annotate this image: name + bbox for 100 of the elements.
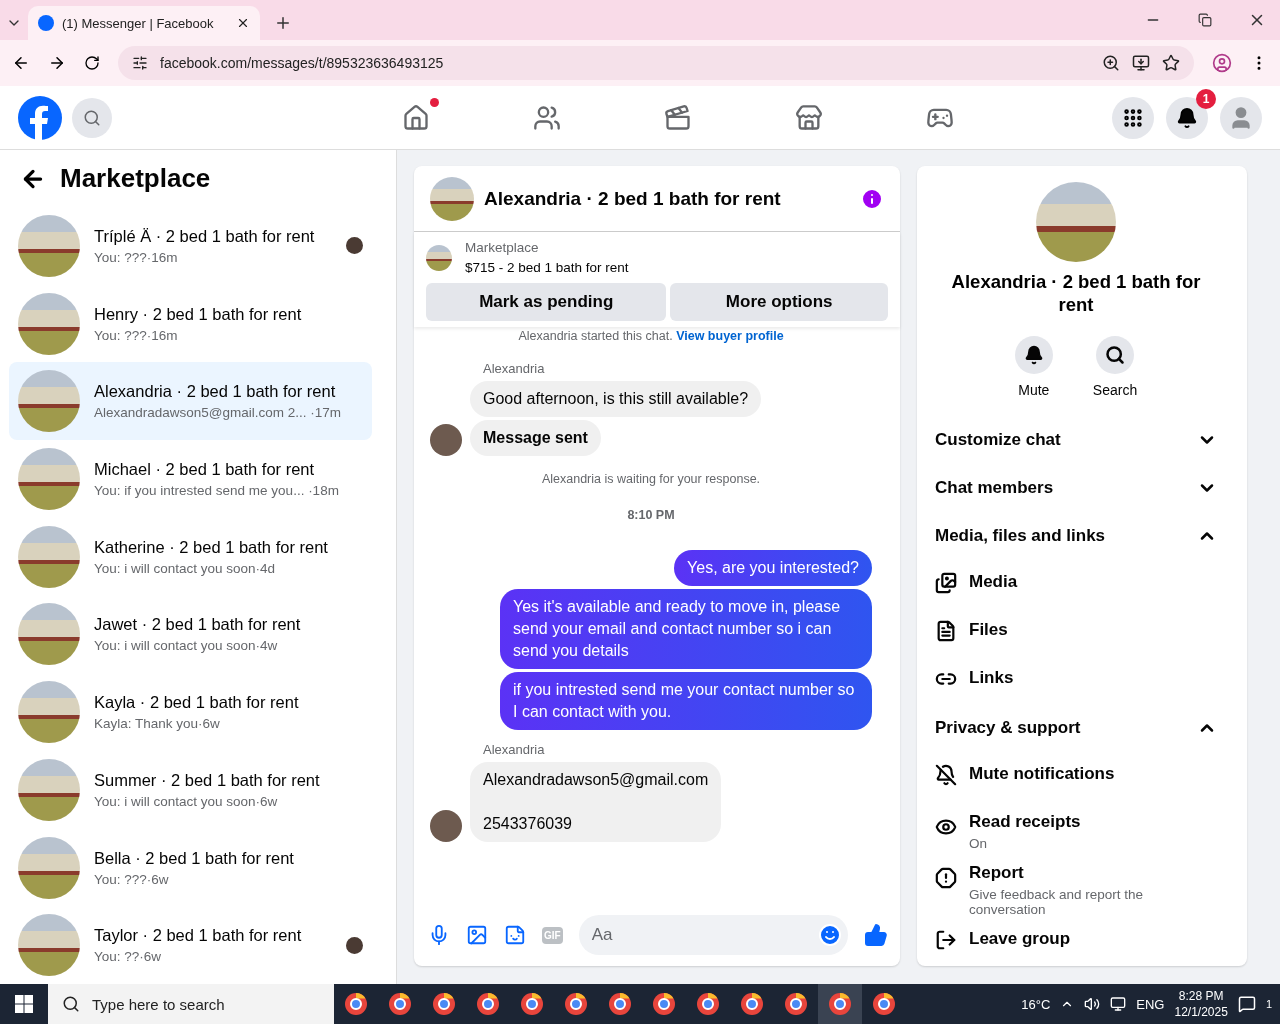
timestamp: 8:10 PM [626,507,676,524]
conversation-name: Summer · 2 bed 1 bath for rent [94,770,321,790]
menu-item[interactable]: Report Give feedback and report the conversation [935,851,1217,917]
forward-icon[interactable] [48,54,66,72]
notification-count: 1 [1265,998,1272,1010]
emoji-icon[interactable] [818,923,842,947]
conversation-item[interactable]: Michael · 2 bed 1 bath for rent You: if you intrested send me you... ·18m [9,440,372,518]
search-icon [1105,345,1125,365]
section-header[interactable]: Media, files and links [935,512,1217,560]
notifications-button[interactable] [1166,96,1208,139]
conversation-item[interactable]: Henry · 2 bed 1 bath for rent You: ???·16m [9,284,372,363]
house-photo [426,244,452,271]
section-header[interactable]: Customize chat [935,416,1217,464]
browser-app-icon[interactable] [818,984,862,1024]
message-preview: You: ???·16m [94,327,179,343]
close-icon[interactable] [236,16,250,30]
weather-temperature[interactable]: 16°C [1021,996,1051,1012]
menu-item[interactable]: Leave group [935,917,1217,965]
network-icon[interactable] [1110,996,1127,1012]
conversation-item[interactable]: Tríplé Ä · 2 bed 1 bath for rent You: ???·16m [9,207,372,285]
home-icon[interactable] [401,103,430,132]
like-icon[interactable] [864,923,888,947]
chat-notice: Alexandria started this chat. View buyer profile [517,328,785,345]
bell-off-icon [935,764,957,786]
message-preview: You: ??·6w [94,949,163,965]
message-preview: You: i will contact you soon·4w [94,638,279,654]
exit-icon [935,929,957,951]
listing-label: Marketplace [465,240,540,255]
notification-center-icon[interactable] [1237,995,1256,1013]
taskbar-search[interactable]: Type here to search [48,984,334,1024]
language-indicator[interactable]: ENG [1136,996,1165,1012]
notification-badge: 1 [1196,88,1216,109]
new-tab-icon[interactable] [274,14,292,32]
status-message: Alexandria is waiting for your response. [540,471,762,486]
bell-icon [1176,106,1198,129]
account-avatar[interactable] [1220,96,1262,139]
conversation-name: Kayla · 2 bed 1 bath for rent [94,693,300,713]
restore-icon[interactable] [1198,13,1212,27]
reload-icon[interactable] [84,55,100,71]
listing-button[interactable]: More options [670,283,888,321]
sender-name: Alexandria [482,360,545,378]
video-icon[interactable] [663,103,692,132]
listing-title[interactable]: $715 - 2 bed 1 bath for rent [465,260,629,275]
profile-icon[interactable] [1212,53,1232,73]
message-bubble: Alexandradawson5@gmail.com 2543376039 [470,762,722,842]
conversation-item[interactable]: Taylor · 2 bed 1 bath for rent You: ??·6w [9,906,372,985]
section-header[interactable]: Chat members [935,464,1217,512]
listing-button[interactable]: Mark as pending [426,283,667,321]
menu-item[interactable]: Links [935,656,1217,704]
conversation-name: Jawet · 2 bed 1 bath for rent [94,615,302,635]
menu-item[interactable]: Mute notifications [935,752,1217,800]
friends-icon[interactable] [532,103,561,132]
message-bubble: Good afternoon, is this still available? [470,381,762,417]
section-header[interactable]: Privacy & support [935,704,1217,752]
site-settings-icon[interactable] [132,55,148,71]
conversation-name: Bella · 2 bed 1 bath for rent [94,848,295,868]
search-button[interactable] [72,97,112,138]
conversation-name: Alexandria · 2 bed 1 bath for rent [94,382,337,402]
conversation-item[interactable]: Jawet · 2 bed 1 bath for rent You: i will contact you soon·4w [9,595,372,674]
house-photo [430,176,474,221]
conversation-item[interactable]: Alexandria · 2 bed 1 bath for rent Alexandradawson5@gmail.com 2... ·17m [9,362,372,441]
marketplace-icon[interactable] [794,103,823,132]
clock[interactable]: 8:28 PM 12/1/2025 [1174,988,1228,1020]
start-icon[interactable] [15,995,33,1013]
message-preview: Kayla: Thank you·6w [94,716,221,732]
sidebar-title: Marketplace [60,163,211,194]
zoom-icon[interactable] [1102,54,1120,72]
conversation-item[interactable]: Kayla · 2 bed 1 bath for rent Kayla: Thank you·6w [9,673,372,751]
conversation-name: Michael · 2 bed 1 bath for rent [94,460,316,479]
volume-icon[interactable] [1084,996,1101,1012]
address-bar[interactable]: facebook.com/messages/t/895323636493125 [118,46,1194,80]
message-preview: You: ???·6w [94,871,170,887]
avatar [430,424,462,456]
conversation-name: Henry · 2 bed 1 bath for rent [94,304,303,324]
conversation-item[interactable]: Katherine · 2 bed 1 bath for rent You: i will contact you soon·4d [9,517,372,596]
grid-icon [1122,106,1144,129]
bookmark-icon[interactable] [1162,54,1180,72]
buyer-profile-link[interactable]: View buyer profile [676,329,784,343]
menu-item[interactable]: Media [935,560,1217,608]
menu-button[interactable] [1112,96,1154,139]
file-icon [935,620,957,642]
menu-item[interactable]: Read receipts On [935,800,1217,851]
message-preview: You: ???·16m [94,249,179,265]
browser-tab[interactable]: (1) Messenger | Facebook [28,6,260,40]
menu-item[interactable]: Files [935,608,1217,656]
chat-title: Alexandria · 2 bed 1 bath for rent [484,187,782,210]
install-icon[interactable] [1132,54,1150,72]
conversation-name: Tríplé Ä · 2 bed 1 bath for rent [94,226,316,246]
sticker-icon[interactable] [504,924,526,946]
conversation-title: Alexandria · 2 bed 1 bath for rent [950,270,1202,316]
message-preview: Alexandradawson5@gmail.com 2... ·17m [94,405,343,421]
avatar [430,810,462,842]
image-icon[interactable] [466,924,488,946]
message-input[interactable]: Aa [578,915,848,955]
conversation-item[interactable]: Summer · 2 bed 1 bath for rent You: i will contact you soon·6w [9,750,372,829]
facebook-logo-icon[interactable] [18,95,62,140]
message-preview: You: if you intrested send me you... ·18m [94,483,340,498]
message-preview: You: i will contact you soon·4d [94,560,277,576]
conversation-item[interactable]: Bella · 2 bed 1 bath for rent You: ???·6w [9,828,372,907]
back-icon[interactable] [12,54,30,72]
